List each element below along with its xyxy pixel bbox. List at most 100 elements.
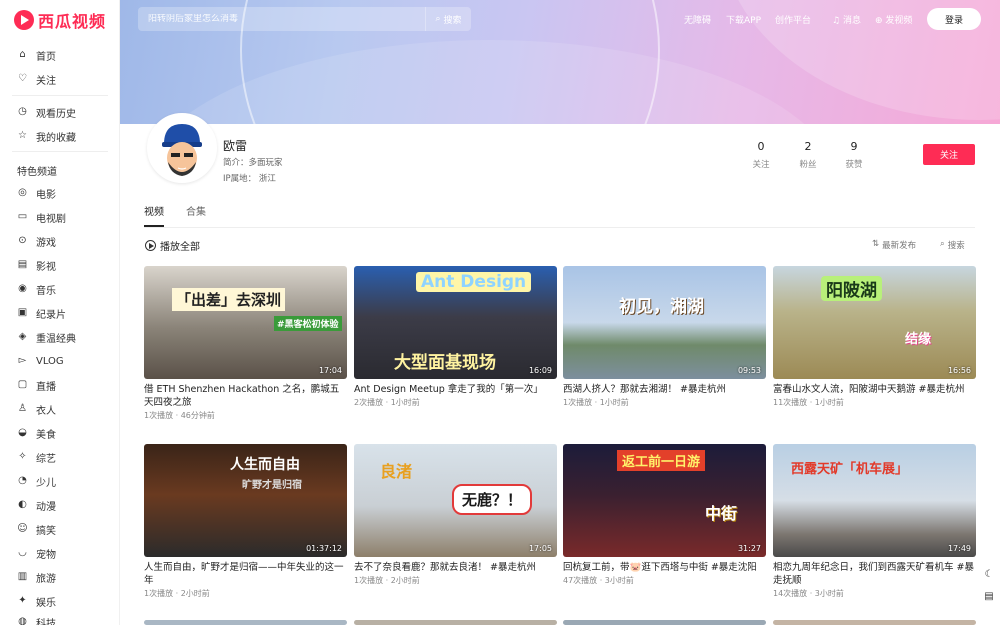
thumbnail-caption: 返工前一日游 xyxy=(617,450,706,471)
video-title[interactable]: 富春山水文人流，阳陂湖中天鹅游 #暴走杭州 xyxy=(773,383,976,396)
download-app-link[interactable]: 下载APP xyxy=(726,13,761,26)
video-thumbnail[interactable]: 人生而自由 旷野才是归宿 01:37:12 xyxy=(144,444,347,557)
video-thumbnail-partial[interactable] xyxy=(773,620,976,625)
video-card[interactable]: 「出差」去深圳 #黑客松初体验 17:04 借 ETH Shenzhen Hac… xyxy=(144,266,347,421)
stat-fans[interactable]: 2 粉丝 xyxy=(788,140,828,170)
thumbnail-caption-secondary: 无鹿？！ xyxy=(452,484,533,515)
thumbnail-caption: 「出差」去深圳 xyxy=(172,288,286,311)
sidebar-item-travel[interactable]: ▥ 旅游 xyxy=(0,566,120,588)
sidebar-item-funny[interactable]: ☺ 搞笑 xyxy=(0,518,120,540)
play-all-button[interactable]: 播放全部 xyxy=(145,238,200,253)
stat-likes: 9 获赞 xyxy=(834,140,874,170)
sidebar-item-follow[interactable]: ♡ 关注 xyxy=(0,68,120,90)
publish-video-link[interactable]: ⊕ 发视频 xyxy=(875,13,912,26)
list-search-button[interactable]: ⌕ 搜索 xyxy=(940,239,965,251)
stat-following[interactable]: 0 关注 xyxy=(741,140,781,170)
creator-platform-link[interactable]: 创作平台 xyxy=(775,13,811,26)
profile-ip-location: IP属地： 浙江 xyxy=(223,172,276,184)
sidebar-divider xyxy=(12,95,108,96)
sidebar-item-classic[interactable]: ◈ 重温经典 xyxy=(0,326,120,348)
entertainment-icon: ✦ xyxy=(18,595,27,606)
video-thumbnail[interactable]: 初见，湘湖 09:53 xyxy=(563,266,766,379)
video-thumbnail[interactable]: 「出差」去深圳 #黑客松初体验 17:04 xyxy=(144,266,347,379)
sidebar-item-entertainment[interactable]: ✦ 娱乐 xyxy=(0,590,120,612)
video-thumbnail[interactable]: 阳陂湖 结缘 16:56 xyxy=(773,266,976,379)
video-title[interactable]: 回杭复工前，带🐷逛下西塔与中街 #暴走沈阳 xyxy=(563,561,766,574)
thumbnail-caption-secondary: 中街 xyxy=(705,504,738,523)
search-icon: ⌕ xyxy=(940,239,945,249)
video-card[interactable]: 初见，湘湖 09:53 西湖人挤人？那就去湘湖！ #暴走杭州 1次播放 · 1小… xyxy=(563,266,766,408)
sidebar-item-variety[interactable]: ✧ 综艺 xyxy=(0,446,120,468)
sidebar-item-home[interactable]: ⌂ 首页 xyxy=(0,44,120,66)
video-thumbnail[interactable]: Ant Design 大型面基现场 16:09 xyxy=(354,266,557,379)
tv-icon: ▭ xyxy=(17,211,28,222)
sidebar-item-film[interactable]: ▤ 影视 xyxy=(0,254,120,276)
dark-mode-toggle[interactable]: ☾ xyxy=(981,566,997,582)
video-title[interactable]: 去不了奈良看鹿？那就去良渚！ #暴走杭州 xyxy=(354,561,557,574)
sidebar-item-label: 综艺 xyxy=(36,453,56,465)
sidebar-item-games[interactable]: ⊙ 游戏 xyxy=(0,230,120,252)
accessibility-link[interactable]: 无障碍 xyxy=(684,13,711,26)
sidebar-item-tv[interactable]: ▭ 电视剧 xyxy=(0,206,120,228)
video-title[interactable]: 人生而自由，旷野才是归宿——中年失业的这一年 xyxy=(144,561,347,587)
sidebar-item-documentary[interactable]: ▣ 纪录片 xyxy=(0,302,120,324)
sidebar-item-label: 娱乐 xyxy=(36,597,56,609)
sidebar-item-live[interactable]: ▢ 直播 xyxy=(0,374,120,396)
video-thumbnail-partial[interactable] xyxy=(563,620,766,625)
search-button[interactable]: ⌕ 搜索 xyxy=(425,7,471,31)
sidebar-item-history[interactable]: ◷ 观看历史 xyxy=(0,101,120,123)
sidebar-item-label: 少儿 xyxy=(36,477,56,489)
messages-link[interactable]: ♫ 消息 xyxy=(832,13,861,26)
avatar[interactable] xyxy=(147,113,217,183)
avatar-illustration xyxy=(150,116,214,180)
sidebar-item-music[interactable]: ◉ 音乐 xyxy=(0,278,120,300)
sidebar-item-label: 衣人 xyxy=(36,405,56,417)
video-thumbnail[interactable]: 返工前一日游 中街 31:27 xyxy=(563,444,766,557)
video-thumbnail-partial[interactable] xyxy=(354,620,557,625)
sidebar-item-label: 直播 xyxy=(36,381,56,393)
video-thumbnail[interactable]: 西露天矿「机车展」 17:49 xyxy=(773,444,976,557)
sidebar-item-favorites[interactable]: ☆ 我的收藏 xyxy=(0,125,120,147)
sidebar-item-fashion[interactable]: ♙ 衣人 xyxy=(0,398,120,420)
sidebar-item-pets[interactable]: ◡ 宠物 xyxy=(0,542,120,564)
video-title[interactable]: 借 ETH Shenzhen Hackathon 之名，鹏城五天四夜之旅 xyxy=(144,383,347,409)
video-title[interactable]: Ant Design Meetup 拿走了我的「第一次」 xyxy=(354,383,557,396)
sidebar-item-anime[interactable]: ◐ 动漫 xyxy=(0,494,120,516)
login-button[interactable]: 登录 xyxy=(927,8,981,30)
video-card[interactable]: 阳陂湖 结缘 16:56 富春山水文人流，阳陂湖中天鹅游 #暴走杭州 11次播放… xyxy=(773,266,976,408)
app-logo[interactable]: 西瓜视频 xyxy=(14,9,106,31)
feedback-button[interactable]: ▤ xyxy=(981,588,997,604)
video-thumbnail[interactable]: 良渚 无鹿？！ 17:05 xyxy=(354,444,557,557)
intro-label: 简介： xyxy=(223,158,249,168)
video-card[interactable]: Ant Design 大型面基现场 16:09 Ant Design Meetu… xyxy=(354,266,557,408)
travel-icon: ▥ xyxy=(17,571,28,582)
video-duration: 31:27 xyxy=(737,544,761,553)
follow-button[interactable]: 关注 xyxy=(923,144,975,165)
video-thumbnail-partial[interactable] xyxy=(144,620,347,625)
sidebar-item-vlog[interactable]: ▻ VLOG xyxy=(0,350,120,372)
video-card[interactable]: 西露天矿「机车展」 17:49 相恋九周年纪念日，我们到西露天矿看机车 #暴走抚… xyxy=(773,444,976,599)
search-input[interactable] xyxy=(138,14,425,24)
sidebar-item-label: 首页 xyxy=(36,51,56,63)
sidebar-item-label: 纪录片 xyxy=(36,309,66,321)
thumbnail-caption-secondary: 旷野才是归宿 xyxy=(242,480,302,491)
tab-collections[interactable]: 合集 xyxy=(186,203,206,227)
video-card[interactable]: 良渚 无鹿？！ 17:05 去不了奈良看鹿？那就去良渚！ #暴走杭州 1次播放 … xyxy=(354,444,557,586)
sidebar-item-food[interactable]: ◒ 美食 xyxy=(0,422,120,444)
sidebar-item-kids[interactable]: ◔ 少儿 xyxy=(0,470,120,492)
video-title[interactable]: 西湖人挤人？那就去湘湖！ #暴走杭州 xyxy=(563,383,766,396)
video-meta: 1次播放 · 2小时前 xyxy=(354,576,420,585)
sidebar-item-movies[interactable]: ◎ 电影 xyxy=(0,182,120,204)
video-card[interactable]: 返工前一日游 中街 31:27 回杭复工前，带🐷逛下西塔与中街 #暴走沈阳 47… xyxy=(563,444,766,586)
sidebar-item-label: 我的收藏 xyxy=(36,132,76,144)
moon-icon: ☾ xyxy=(984,568,994,580)
pet-icon: ◡ xyxy=(18,547,27,558)
sidebar-item-tech[interactable]: ◍ 科技 xyxy=(0,611,120,625)
video-card[interactable]: 人生而自由 旷野才是归宿 01:37:12 人生而自由，旷野才是归宿——中年失业… xyxy=(144,444,347,599)
video-title[interactable]: 相恋九周年纪念日，我们到西露天矿看机车 #暴走抚顺 xyxy=(773,561,976,587)
stat-number: 2 xyxy=(804,140,812,153)
tab-videos[interactable]: 视频 xyxy=(144,203,164,227)
thumbnail-caption-secondary: #黑客松初体验 xyxy=(274,316,342,331)
video-meta: 11次播放 · 1小时前 xyxy=(773,398,844,407)
sort-latest-button[interactable]: ⇅ 最新发布 xyxy=(872,239,916,251)
